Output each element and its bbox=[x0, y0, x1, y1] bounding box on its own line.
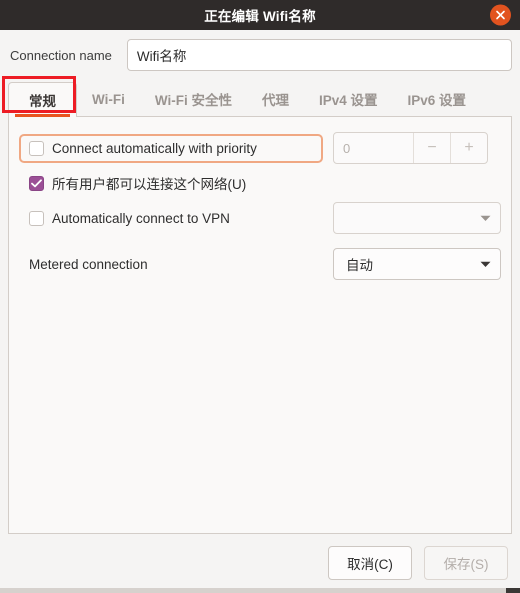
metered-combo[interactable]: 自动 bbox=[333, 248, 501, 280]
tab-ipv4-label: IPv4 设置 bbox=[319, 93, 378, 108]
tab-wifi-label: Wi-Fi bbox=[92, 91, 125, 107]
tab-wifi[interactable]: Wi-Fi bbox=[77, 82, 140, 116]
tab-proxy-label: 代理 bbox=[262, 93, 289, 108]
connection-name-label: Connection name bbox=[10, 47, 112, 63]
all-users-checkbox[interactable] bbox=[29, 175, 44, 191]
all-users-label: 所有用户都可以连接这个网络(U) bbox=[52, 177, 247, 192]
metered-row: Metered connection 自动 bbox=[19, 247, 501, 281]
tab-general[interactable]: 常规 bbox=[8, 82, 77, 117]
tab-proxy[interactable]: 代理 bbox=[247, 82, 304, 116]
metered-left: Metered connection bbox=[29, 257, 333, 272]
priority-decrement-button[interactable]: − bbox=[413, 133, 450, 163]
vpn-combo[interactable] bbox=[333, 202, 501, 234]
auto-connect-label: Connect automatically with priority bbox=[52, 140, 257, 156]
tab-wifi-security-label: Wi-Fi 安全性 bbox=[154, 93, 232, 108]
general-tab-panel: Connect automatically with priority 0 − … bbox=[8, 117, 512, 534]
priority-value[interactable]: 0 bbox=[334, 133, 413, 163]
title-bar: 正在编辑 Wifi名称 bbox=[0, 0, 520, 30]
metered-combo-container: 自动 bbox=[333, 248, 501, 280]
chevron-down-icon bbox=[480, 209, 491, 227]
auto-vpn-label: Automatically connect to VPN bbox=[52, 210, 230, 226]
chevron-down-icon bbox=[480, 255, 491, 273]
dialog-button-bar: 取消(C) 保存(S) bbox=[0, 534, 520, 580]
save-button[interactable]: 保存(S) bbox=[424, 546, 508, 580]
window-bottom-edge bbox=[0, 588, 520, 593]
cancel-button[interactable]: 取消(C) bbox=[328, 546, 412, 580]
tab-wifi-security[interactable]: Wi-Fi 安全性 bbox=[140, 82, 247, 116]
metered-label: Metered connection bbox=[29, 256, 148, 272]
tab-ipv6-settings[interactable]: IPv6 设置 bbox=[393, 82, 482, 116]
edit-wifi-dialog: 正在编辑 Wifi名称 Connection name 常规 Wi-Fi Wi-… bbox=[0, 0, 520, 593]
checkmark-icon bbox=[31, 178, 42, 188]
tab-ipv6-label: IPv6 设置 bbox=[407, 93, 467, 108]
connection-name-input[interactable] bbox=[126, 39, 512, 71]
auto-connect-checkbox[interactable] bbox=[29, 140, 44, 156]
all-users-left: 所有用户都可以连接这个网络(U) bbox=[29, 173, 501, 193]
connection-name-row: Connection name bbox=[0, 30, 520, 79]
window-title: 正在编辑 Wifi名称 bbox=[204, 9, 316, 24]
vpn-combo-container bbox=[333, 202, 501, 234]
tab-ipv4-settings[interactable]: IPv4 设置 bbox=[304, 82, 393, 116]
auto-vpn-checkbox[interactable] bbox=[29, 210, 44, 226]
priority-increment-button[interactable]: + bbox=[450, 133, 487, 163]
tab-general-label: 常规 bbox=[29, 94, 56, 109]
close-button[interactable] bbox=[490, 4, 511, 26]
auto-vpn-left: Automatically connect to VPN bbox=[29, 210, 333, 226]
all-users-row: 所有用户都可以连接这个网络(U) bbox=[19, 169, 501, 197]
auto-vpn-row: Automatically connect to VPN bbox=[19, 201, 501, 235]
priority-spinner-container: 0 − + bbox=[333, 132, 501, 164]
window-corner bbox=[506, 588, 520, 593]
metered-combo-value: 自动 bbox=[346, 258, 373, 273]
auto-connect-focus-ring: Connect automatically with priority bbox=[19, 133, 323, 163]
close-icon bbox=[495, 10, 506, 21]
priority-spinner[interactable]: 0 − + bbox=[333, 132, 488, 164]
tab-bar: 常规 Wi-Fi Wi-Fi 安全性 代理 IPv4 设置 IPv6 设置 bbox=[8, 82, 512, 117]
auto-connect-row: Connect automatically with priority 0 − … bbox=[19, 131, 501, 165]
